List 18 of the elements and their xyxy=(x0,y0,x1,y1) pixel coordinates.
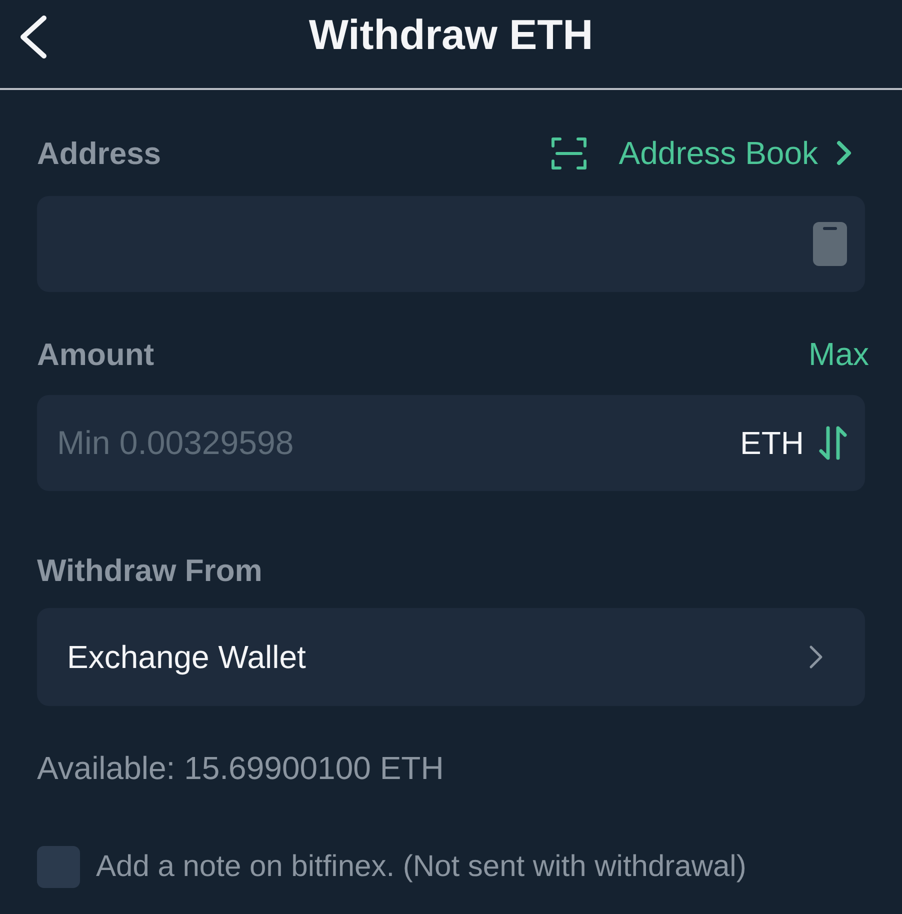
address-field[interactable] xyxy=(37,196,865,292)
note-checkbox[interactable] xyxy=(37,846,80,888)
address-book-link[interactable]: Address Book xyxy=(618,137,852,169)
currency-label: ETH xyxy=(740,427,804,459)
note-label: Add a note on bitfinex. (Not sent with withdrawal) xyxy=(96,852,746,882)
chevron-right-icon xyxy=(809,645,823,669)
address-label: Address xyxy=(37,138,162,168)
available-balance: Available: 15.69900100 ETH xyxy=(37,752,444,784)
clipboard-icon[interactable] xyxy=(812,221,848,267)
page-title: Withdraw ETH xyxy=(308,14,594,56)
amount-label: Amount xyxy=(37,338,154,370)
wallet-selector[interactable]: Exchange Wallet xyxy=(37,608,865,706)
max-button[interactable]: Max xyxy=(808,338,869,370)
withdraw-from-label: Withdraw From xyxy=(37,554,262,586)
chevron-right-icon xyxy=(836,140,852,166)
swap-arrows-icon[interactable] xyxy=(818,426,848,460)
back-chevron-icon xyxy=(18,15,48,59)
scan-icon[interactable] xyxy=(550,136,587,170)
